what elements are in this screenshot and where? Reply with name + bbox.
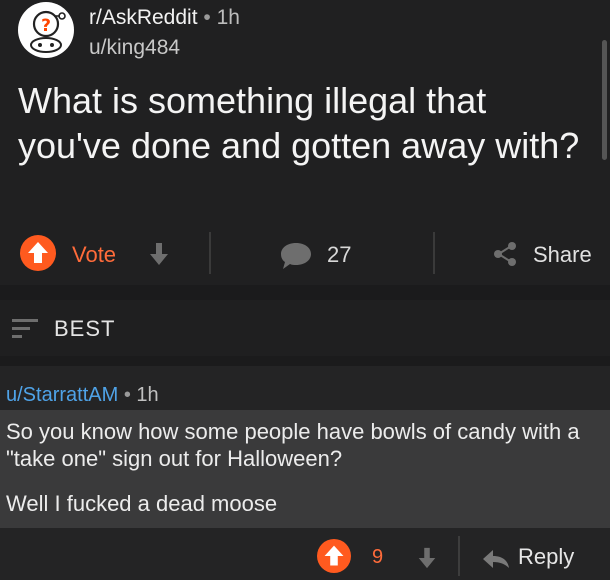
arrow-up-icon [28, 242, 48, 263]
subreddit-avatar-icon[interactable]: ? [18, 2, 74, 58]
share-icon[interactable] [490, 239, 520, 269]
scrollbar[interactable] [602, 40, 607, 160]
meta-separator: • [123, 384, 131, 406]
comment-paragraph: So you know how some people have bowls o… [6, 419, 580, 471]
comment-sort-bar[interactable]: BEST [0, 300, 610, 356]
arrow-down-icon [150, 243, 168, 265]
post-action-bar: Vote 27 Share [0, 225, 610, 281]
comment: u/StarrattAM • 1h So you know how some p… [0, 366, 610, 580]
meta-separator: • [203, 6, 211, 29]
sort-label[interactable]: BEST [54, 316, 115, 342]
action-divider [209, 232, 211, 274]
comment-meta: u/StarrattAM • 1h [6, 384, 159, 407]
downvote-button[interactable] [147, 241, 171, 267]
comment-paragraph: Well I fucked a dead moose [6, 491, 278, 516]
action-divider [433, 232, 435, 274]
share-button[interactable]: Share [533, 242, 592, 268]
sort-filter-icon [10, 316, 42, 342]
vote-label: Vote [72, 242, 117, 267]
upvote-button[interactable] [20, 235, 56, 271]
post-author[interactable]: u/king484 [89, 36, 180, 60]
post-meta: r/AskReddit • 1h [89, 6, 240, 30]
comment-age: 1h [136, 384, 159, 406]
reply-arrow-icon[interactable] [481, 548, 511, 570]
comment-score: 9 [372, 546, 384, 568]
comment-downvote-button[interactable] [416, 546, 438, 570]
subreddit-link[interactable]: r/AskReddit [89, 6, 198, 29]
comment-count[interactable]: 27 [327, 242, 351, 268]
post-card: ? r/AskReddit • 1h u/king484 What is som… [0, 0, 610, 285]
comment-bubble-icon[interactable] [279, 241, 313, 271]
svg-text:?: ? [41, 16, 51, 36]
arrow-up-icon [324, 545, 344, 566]
post-title[interactable]: What is something illegal that you've do… [18, 78, 593, 168]
action-divider [458, 536, 460, 576]
comment-author[interactable]: u/StarrattAM [6, 384, 118, 406]
comment-body[interactable]: So you know how some people have bowls o… [0, 410, 610, 528]
comment-upvote-button[interactable] [317, 539, 351, 573]
arrow-down-icon [418, 547, 436, 569]
reply-button[interactable]: Reply [518, 544, 574, 570]
post-age: 1h [216, 6, 240, 29]
